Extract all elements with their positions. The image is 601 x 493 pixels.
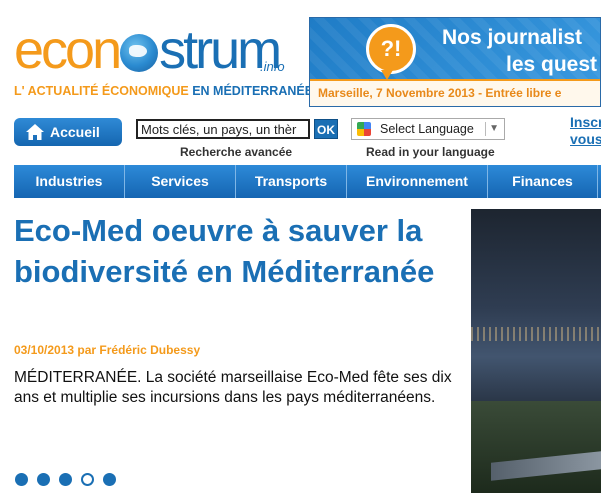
home-button[interactable]: Accueil [14, 118, 122, 146]
advanced-search-link[interactable]: Recherche avancée [180, 145, 292, 159]
slider-dot[interactable] [59, 473, 72, 486]
banner-title-line2: les quest [506, 53, 598, 76]
photo-city-lights [471, 327, 601, 341]
banner-footer-text: Marseille, 7 Novembre 2013 - Entrée libr… [318, 86, 562, 100]
language-select-label: Select Language [380, 122, 474, 136]
question-bubble-icon: ?! [366, 24, 416, 80]
home-label: Accueil [50, 124, 100, 140]
article-photo[interactable] [471, 209, 601, 493]
signup-line1: Inscr [570, 114, 601, 130]
slider-dot[interactable] [37, 473, 50, 486]
logo-info: .info [260, 59, 285, 74]
select-divider [485, 122, 486, 136]
nav-item-services[interactable]: Services [125, 165, 236, 198]
tagline-part2: EN MÉDITERRANÉE [192, 84, 314, 98]
logo-wordmark: econ strum [14, 20, 282, 80]
banner-footer: Marseille, 7 Novembre 2013 - Entrée libr… [310, 79, 600, 106]
article-lead: MÉDITERRANÉE. La société marseillaise Ec… [14, 369, 452, 406]
search-ok-button[interactable]: OK [314, 119, 338, 139]
featured-article: Eco-Med oeuvre à sauver la biodiversité … [0, 206, 471, 493]
nav-item-transports[interactable]: Transports [236, 165, 347, 198]
nav-item-finances[interactable]: Finances [488, 165, 598, 198]
language-caption: Read in your language [366, 145, 495, 159]
logo-prefix: econ [14, 20, 122, 80]
slider-dot[interactable] [15, 473, 28, 486]
article-meta: 03/10/2013 par Frédéric Dubessy [14, 343, 201, 357]
event-banner[interactable]: ?! Nos journalist les quest Marseille, 7… [309, 17, 601, 107]
search-input[interactable] [136, 119, 310, 139]
home-icon [26, 124, 44, 140]
banner-title-line1: Nos journalist [442, 26, 583, 49]
signup-line2: vous [570, 131, 601, 147]
tagline-part1: L' ACTUALITÉ ÉCONOMIQUE [14, 84, 189, 98]
globe-icon [120, 34, 159, 72]
article-title[interactable]: Eco-Med oeuvre à sauver la biodiversité … [14, 210, 464, 292]
main-nav: Industries Services Transports Environne… [14, 165, 601, 198]
slider-dots [15, 473, 116, 486]
signup-link[interactable]: Inscr vous [570, 114, 601, 148]
slider-dot[interactable] [103, 473, 116, 486]
language-select[interactable]: Select Language ▼ [351, 118, 505, 140]
nav-item-industries[interactable]: Industries [14, 165, 125, 198]
nav-item-environnement[interactable]: Environnement [347, 165, 488, 198]
logo-tagline: L' ACTUALITÉ ÉCONOMIQUE EN MÉDITERRANÉE [14, 84, 313, 98]
slider-dot[interactable] [81, 473, 94, 486]
google-icon [357, 122, 371, 136]
chevron-down-icon: ▼ [489, 123, 499, 134]
site-logo[interactable]: econ strum .info L' ACTUALITÉ ÉCONOMIQUE … [14, 20, 313, 108]
